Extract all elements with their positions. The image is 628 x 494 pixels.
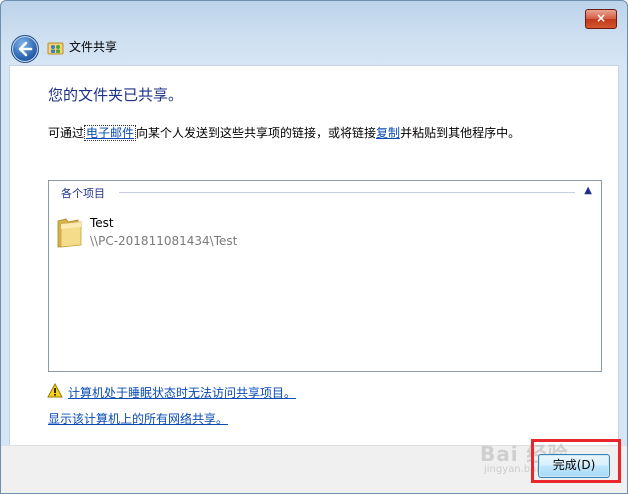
chevron-up-icon[interactable]: ▲ [584, 185, 592, 196]
show-network-shares-link[interactable]: 显示该计算机上的所有网络共享。 [48, 410, 228, 427]
content-panel: 您的文件夹已共享。 可通过 电子邮件 向某个人发送到这些共享项的链接，或将链接复制并… [9, 65, 619, 446]
back-button[interactable] [11, 35, 39, 63]
item-path: \\PC-201811081434\Test [90, 234, 238, 248]
share-description: 可通过 电子邮件 向某个人发送到这些共享项的链接，或将链接复制并粘贴到其他程序中。 [48, 124, 520, 141]
group-divider [119, 192, 575, 193]
copy-link[interactable]: 复制 [376, 126, 400, 140]
sleep-warning-link[interactable]: 计算机处于睡眠状态时无法访问共享项目。 [68, 384, 296, 401]
window-title: 文件共享 [69, 40, 118, 54]
shared-items-list[interactable]: 各个项目 ▲ Test \\PC-201811081434\Test [48, 180, 602, 372]
highlight-box [531, 439, 621, 483]
page-heading: 您的文件夹已共享。 [48, 86, 184, 104]
close-button[interactable]: × [585, 9, 617, 29]
warning-icon [47, 383, 63, 398]
desc-middle: 向某个人发送到这些共享项的链接，或将链接 [136, 126, 377, 140]
close-icon: × [595, 11, 607, 25]
item-name[interactable]: Test [90, 216, 114, 230]
sharing-users-icon [47, 42, 64, 55]
email-link[interactable]: 电子邮件 [84, 125, 137, 141]
desc-prefix: 可通过 [48, 126, 85, 140]
folder-icon [57, 218, 82, 248]
desc-suffix: 并粘贴到其他程序中。 [400, 126, 521, 140]
back-arrow-icon [18, 41, 33, 57]
group-header: 各个项目 [61, 187, 105, 200]
file-sharing-window: × 文件共享 您的文件夹已共享。 可通过 电子邮件 向某个人发送到这些共享项的链接，… [0, 0, 628, 494]
